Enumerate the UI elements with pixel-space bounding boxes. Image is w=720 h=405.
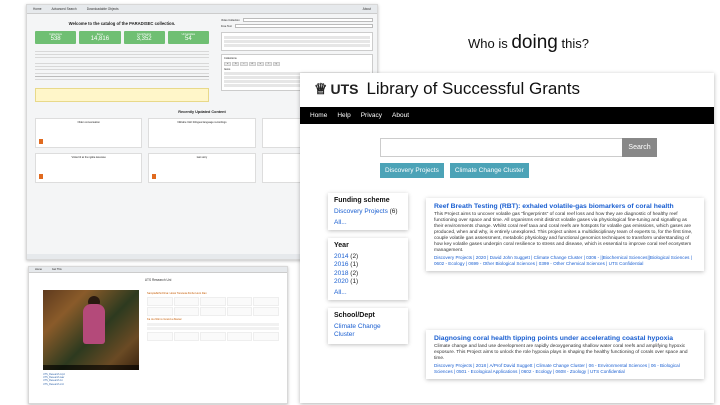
recent-card[interactable]: Olden conversation bbox=[35, 118, 143, 148]
facet-all-link[interactable]: All... bbox=[334, 289, 402, 296]
result-abstract: This Project aims to uncover volatile ga… bbox=[434, 212, 693, 253]
notice-box bbox=[35, 88, 209, 102]
video-collection-row: Video Collection bbox=[221, 18, 373, 22]
search-button[interactable]: Search bbox=[622, 138, 657, 157]
facet-link[interactable]: 2018 bbox=[334, 270, 348, 277]
result-abstract: Climate change and land use development … bbox=[434, 344, 688, 361]
nav-about[interactable]: About bbox=[363, 7, 371, 11]
stat-universities[interactable]: Universities 54 bbox=[167, 31, 209, 44]
school-facet: School/Dept Climate Change Cluster bbox=[328, 307, 408, 344]
facet-all-link[interactable]: All... bbox=[334, 219, 402, 226]
recent-card[interactable]: Nkhahe Irish bilingual language recordin… bbox=[148, 118, 256, 148]
slide-caption: Who is doing this? bbox=[468, 32, 589, 54]
stat-contributors[interactable]: Contributors 3,352 bbox=[123, 31, 165, 44]
video-page-title: UTS Research Uni bbox=[144, 278, 172, 282]
facet-heading: Year bbox=[334, 241, 349, 249]
stat-collections[interactable]: Collections 538 bbox=[35, 31, 77, 44]
info-paragraph bbox=[35, 62, 209, 82]
menu-home[interactable]: Home bbox=[310, 112, 327, 119]
result-card: Reef Breath Testing (RBT): exhaled volat… bbox=[426, 198, 704, 272]
filter-discovery-projects[interactable]: Discovery Projects bbox=[380, 163, 444, 178]
year-facet: Year 2014 (2) 2016 (1) 2018 (2) 2020 (1)… bbox=[328, 237, 408, 300]
video-page-navbar: Home Get This bbox=[29, 267, 287, 273]
nav-downloadable[interactable]: Downloadable Objects bbox=[87, 7, 119, 11]
main-menu: Home Help Privacy About bbox=[300, 107, 714, 124]
uts-crest-icon: ♕ bbox=[314, 81, 328, 98]
video-page-screenshot: Home Get This UTS Research Uni Sample/Et… bbox=[28, 266, 288, 404]
search-input[interactable] bbox=[380, 138, 622, 157]
funding-scheme-facet: Funding scheme Discovery Projects (6) Al… bbox=[328, 193, 408, 230]
nav-get-this[interactable]: Get This bbox=[52, 268, 62, 271]
video-collection-input[interactable] bbox=[242, 18, 373, 22]
menu-help[interactable]: Help bbox=[337, 112, 350, 119]
video-frame-person bbox=[83, 304, 105, 344]
video-controls[interactable] bbox=[43, 365, 139, 370]
filter-climate-change-cluster[interactable]: Climate Change Cluster bbox=[449, 163, 529, 178]
result-title[interactable]: Reef Breath Testing (RBT): exhaled volat… bbox=[434, 203, 696, 210]
facet-heading: School/Dept bbox=[334, 311, 375, 319]
paradisec-title: Welcome to the catalog of the PARADISEC … bbox=[68, 21, 176, 26]
free-text-row: Free Text bbox=[221, 24, 373, 28]
caption-prefix: Who is bbox=[468, 36, 508, 51]
facet-link[interactable]: Discovery Projects bbox=[334, 208, 388, 215]
file-link[interactable]: UTS_Research.xml bbox=[43, 383, 65, 386]
result-card: Diagnosing coral health tipping points u… bbox=[426, 330, 704, 380]
facet-link[interactable]: 2014 bbox=[334, 253, 348, 260]
facet-link[interactable]: 2020 bbox=[334, 278, 348, 285]
search-bar: Search bbox=[380, 138, 714, 157]
nav-home[interactable]: Home bbox=[35, 268, 42, 271]
caption-suffix: this? bbox=[561, 36, 589, 51]
recent-card[interactable]: last story bbox=[148, 153, 256, 183]
facet-link[interactable]: Climate Change Cluster bbox=[334, 323, 381, 339]
stat-items[interactable]: Items 14,816 bbox=[79, 31, 121, 44]
search-panel bbox=[221, 32, 373, 51]
menu-about[interactable]: About bbox=[392, 112, 409, 119]
paradisec-navbar: Home Advanced Search Downloadable Object… bbox=[27, 5, 377, 14]
result-title[interactable]: Diagnosing coral health tipping points u… bbox=[434, 335, 696, 342]
facet-heading: Funding scheme bbox=[334, 197, 390, 204]
caption-emphasis: doing bbox=[511, 32, 558, 53]
intro-paragraph bbox=[35, 50, 209, 59]
pdf-icon bbox=[152, 174, 157, 179]
uts-grants-screenshot: ♕ UTS Library of Successful Grants Home … bbox=[300, 73, 714, 403]
uts-header: ♕ UTS Library of Successful Grants bbox=[300, 73, 714, 105]
result-tags[interactable]: Discovery Projects | 2018 | A/Prof David… bbox=[434, 363, 696, 374]
facet-link[interactable]: 2016 bbox=[334, 261, 348, 268]
file-list: UTS_Research.mp4 UTS_Research.wav UTS_Re… bbox=[43, 373, 65, 386]
free-text-input[interactable] bbox=[234, 24, 373, 28]
nav-home[interactable]: Home bbox=[33, 7, 42, 11]
video-player[interactable] bbox=[43, 290, 139, 370]
facet-sidebar: Funding scheme Discovery Projects (6) Al… bbox=[328, 193, 408, 352]
info-subheading: Ka rou Niki re Grand a Zkanar bbox=[147, 318, 182, 321]
nav-advanced-search[interactable]: Advanced Search bbox=[52, 7, 77, 11]
uts-logo[interactable]: ♕ UTS bbox=[314, 80, 358, 98]
result-tags[interactable]: Discovery Projects | 2020 | David John S… bbox=[434, 255, 696, 266]
pdf-icon bbox=[39, 139, 43, 144]
info-heading: Sample/Ethn/Orsa: Hossi Toraneta Zimbo H… bbox=[147, 292, 207, 295]
menu-privacy[interactable]: Privacy bbox=[361, 112, 382, 119]
pdf-icon bbox=[39, 174, 43, 179]
site-title: Library of Successful Grants bbox=[366, 79, 580, 98]
video-info: Sample/Ethn/Orsa: Hossi Toraneta Zimbo H… bbox=[147, 290, 279, 343]
recent-card[interactable]: Vinkel til at fra ngikie lesurese bbox=[35, 153, 143, 183]
active-filters: Discovery Projects Climate Change Cluste… bbox=[380, 163, 714, 178]
stats-row: Collections 538 Items 14,816 Contributors 3… bbox=[35, 31, 209, 44]
